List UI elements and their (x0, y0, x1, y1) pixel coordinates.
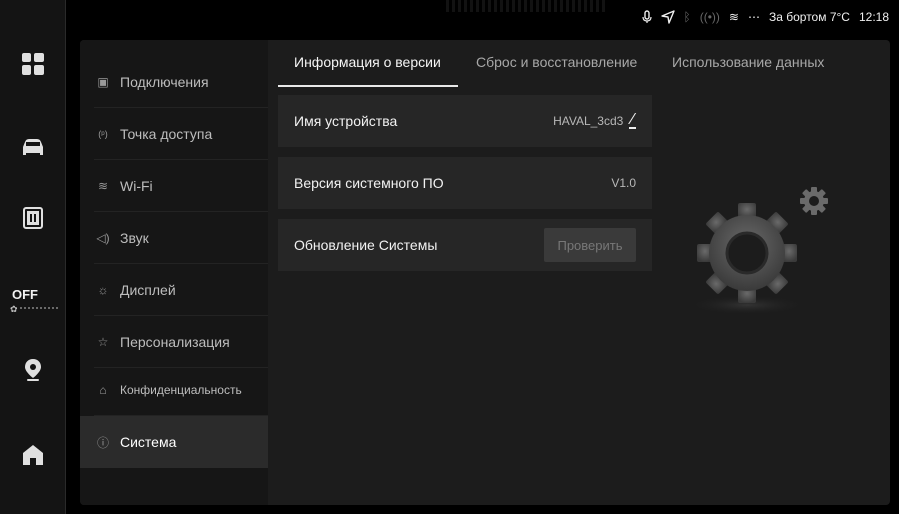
microphone-icon[interactable] (641, 10, 652, 24)
location-pin-icon (25, 359, 41, 381)
hotspot-icon: (ᵖ) (98, 129, 108, 139)
sidebar-item-privacy[interactable]: ⌂ Конфиденциальность (80, 364, 268, 416)
brightness-icon: ☼ (97, 283, 109, 297)
sidebar-item-label: Персонализация (120, 334, 230, 350)
side-dock: OFF ✿ (0, 0, 66, 514)
tab-reset-restore[interactable]: Сброс и восстановление (476, 54, 637, 78)
active-tab-indicator (278, 85, 458, 87)
firmware-version-value: V1.0 (611, 176, 636, 190)
apps-button[interactable] (0, 34, 66, 94)
vehicle-button[interactable] (0, 118, 66, 178)
wifi-icon: ≋ (728, 10, 739, 24)
personalize-icon: ☆ (97, 335, 109, 349)
connection-icon: ▣ (97, 75, 109, 89)
sidebar-item-label: Точка доступа (120, 126, 213, 142)
bluetooth-icon: ᛒ (683, 10, 691, 24)
sidebar-item-sound[interactable]: ◁) Звук (80, 212, 268, 264)
sidebar-item-label: Wi-Fi (120, 178, 153, 194)
navigation-button[interactable] (0, 340, 66, 400)
car-icon (23, 139, 43, 155)
tab-version-info[interactable]: Информация о версии (294, 54, 441, 78)
lock-icon: ⌂ (99, 383, 107, 397)
device-name-label: Имя устройства (294, 113, 398, 129)
settings-sidebar: ▣ Подключения (ᵖ) Точка доступа ≋ Wi-Fi … (80, 40, 268, 505)
sidebar-item-system[interactable]: ⓘ Система (80, 416, 268, 468)
apps-grid-icon (22, 53, 44, 75)
info-icon: ⓘ (96, 435, 109, 450)
home-button[interactable] (0, 425, 66, 485)
sidebar-item-wifi[interactable]: ≋ Wi-Fi (80, 160, 268, 212)
system-update-label: Обновление Системы (294, 237, 438, 253)
edit-icon[interactable]: ∕ (629, 111, 636, 129)
media-button[interactable] (0, 188, 66, 248)
outside-temperature: За бортом 7°C (768, 10, 850, 24)
sidebar-item-label: Система (120, 434, 177, 450)
device-name-row[interactable]: Имя устройства HAVAL_3cd3 ∕ (278, 95, 652, 147)
clock: 12:18 (858, 10, 889, 24)
sidebar-item-label: Дисплей (120, 282, 176, 298)
climate-off-label: OFF (12, 287, 38, 302)
climate-toggle[interactable]: OFF ✿ (0, 283, 66, 323)
more-icon: ⋯ (747, 10, 760, 24)
sidebar-item-display[interactable]: ☼ Дисплей (80, 264, 268, 316)
sidebar-item-hotspot[interactable]: (ᵖ) Точка доступа (80, 108, 268, 160)
settings-panel: ▣ Подключения (ᵖ) Точка доступа ≋ Wi-Fi … (80, 40, 890, 505)
wifi-icon: ≋ (97, 179, 109, 193)
tab-data-usage[interactable]: Использование данных (672, 54, 824, 78)
firmware-version-row: Версия системного ПО V1.0 (278, 157, 652, 209)
fan-level-indicator (20, 307, 58, 309)
sidebar-item-personalization[interactable]: ☆ Персонализация (80, 316, 268, 368)
sidebar-item-label: Подключения (120, 74, 209, 90)
navigation-icon[interactable] (660, 10, 675, 24)
media-icon (23, 207, 43, 229)
hotspot-icon: ((•)) (699, 10, 720, 24)
system-update-row: Обновление Системы Проверить (278, 219, 652, 271)
status-bar-decoration (446, 0, 606, 12)
fan-icon: ✿ (10, 304, 17, 314)
home-icon (23, 445, 43, 465)
sidebar-item-label: Звук (120, 230, 149, 246)
settings-gear-illustration (692, 187, 828, 315)
sound-icon: ◁) (96, 231, 110, 245)
check-update-button[interactable]: Проверить (544, 228, 636, 262)
device-name-value: HAVAL_3cd3 (553, 114, 624, 128)
firmware-version-label: Версия системного ПО (294, 175, 444, 191)
status-bar: ᛒ ((•)) ≋ ⋯ За бортом 7°C 12:18 (66, 0, 899, 34)
sidebar-item-connections[interactable]: ▣ Подключения (80, 56, 268, 108)
sidebar-item-label: Конфиденциальность (120, 383, 242, 397)
